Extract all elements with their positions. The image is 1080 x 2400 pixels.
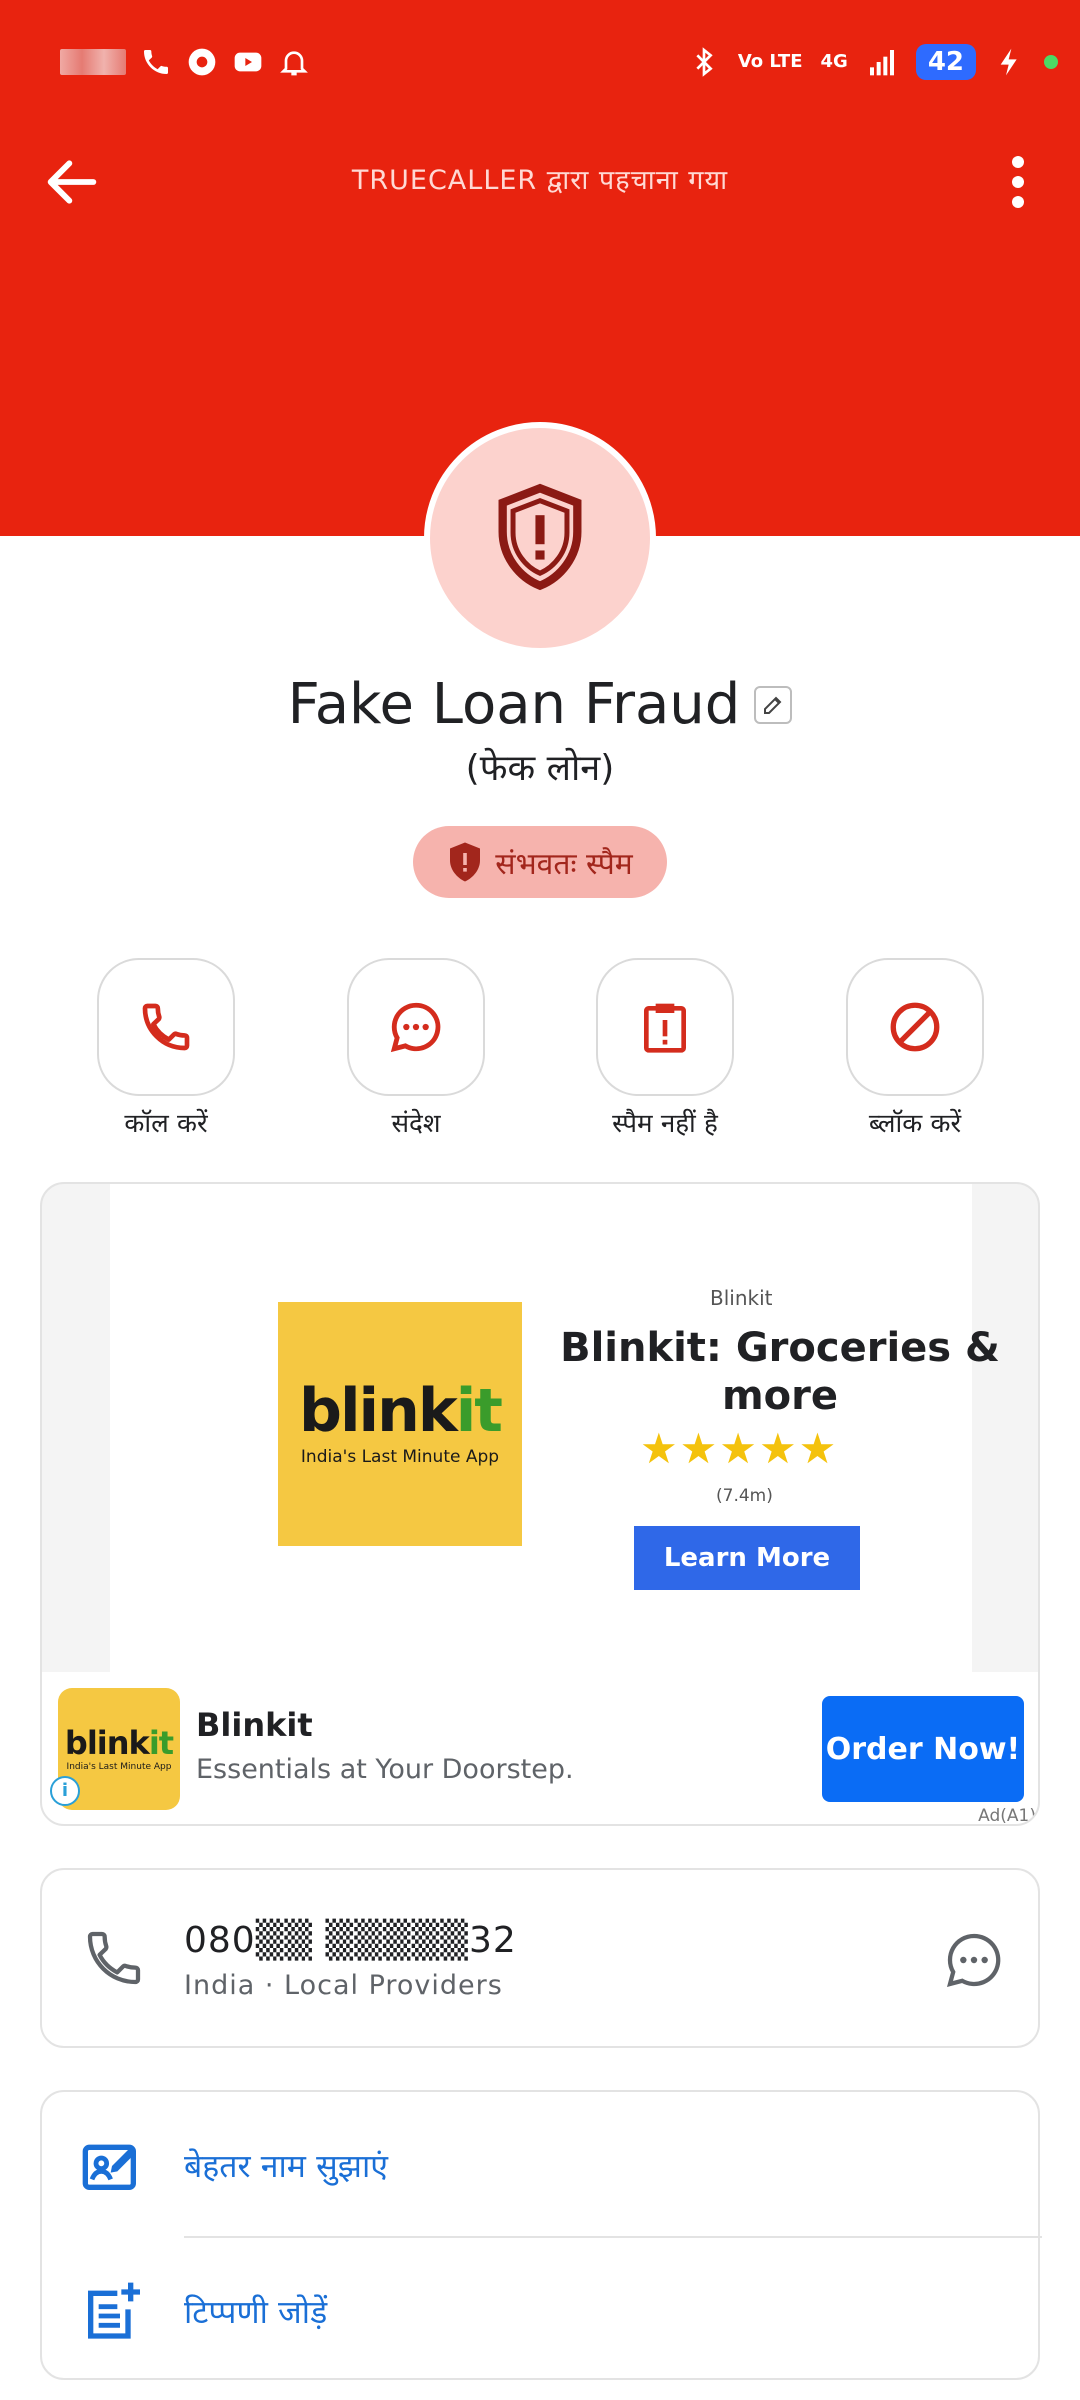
message-icon[interactable]: [942, 1928, 1006, 1992]
spam-shield-icon: [450, 842, 481, 882]
phone-location-carrier: India · Local Providers: [184, 1970, 503, 2001]
rating-stars: ★★★★★: [640, 1424, 839, 1473]
block-action[interactable]: ब्लॉक करें: [844, 958, 986, 1140]
call-label: कॉल करें: [124, 1109, 208, 1139]
logo-tagline: India's Last Minute App: [66, 1761, 172, 1772]
phone-icon: [87, 1931, 141, 1985]
chat-bubble-icon: [390, 1002, 441, 1053]
not-spam-icon: [644, 1003, 686, 1053]
status-bar-left: [60, 40, 310, 84]
alarm-icon: [280, 51, 308, 76]
ad-banner[interactable]: blinkit India's Last Minute App Blinkit …: [110, 1184, 1000, 1672]
block-button[interactable]: [846, 958, 984, 1096]
call-button[interactable]: [97, 958, 235, 1096]
add-note-row[interactable]: टिप्पणी जोड़ें: [42, 2238, 1042, 2382]
avatar: [424, 422, 656, 654]
header-title: TRUECALLER द्वारा पहचाना गया: [351, 165, 729, 196]
logo-word-accent: it: [148, 1723, 174, 1762]
signal-icon: [869, 50, 894, 76]
contact-subname: (फेक लोन): [465, 748, 615, 789]
suggest-name-icon: [82, 2144, 136, 2190]
logo-word: blink: [299, 1376, 458, 1446]
charging-icon: [1000, 48, 1017, 76]
ad-label: Ad(A1): [978, 1806, 1036, 1826]
youtube-icon: [234, 52, 262, 72]
logo-word: blink: [64, 1723, 150, 1762]
message-action[interactable]: संदेश: [345, 958, 487, 1140]
message-label: संदेश: [391, 1109, 441, 1139]
options-card: बेहतर नाम सुझाएं टिप्पणी जोड़ें: [40, 2090, 1042, 2382]
phone-number-card[interactable]: 080▒▒ ▒▒▒▒▒32 India · Local Providers: [40, 1868, 1040, 2048]
logo-word-accent: it: [455, 1376, 503, 1446]
ad-headline: Blinkit: Groceries & more: [560, 1325, 1000, 1419]
not-spam-button[interactable]: [596, 958, 734, 1096]
not-spam-action[interactable]: स्पैम नहीं है: [594, 958, 736, 1140]
phone-icon: [142, 1003, 190, 1051]
rating-count: (7.4m): [716, 1486, 773, 1506]
ad-app-description: Essentials at Your Doorstep.: [196, 1754, 574, 1785]
ad-info-icon[interactable]: i: [50, 1776, 80, 1806]
block-icon: [890, 1002, 940, 1052]
suggest-name-row[interactable]: बेहतर नाम सुझाएं: [42, 2092, 1042, 2236]
phone-number: 080▒▒ ▒▒▒▒▒32: [184, 1920, 517, 1961]
learn-more-button[interactable]: Learn More: [634, 1526, 860, 1590]
network-type-label: 4G: [820, 51, 848, 72]
order-now-button[interactable]: Order Now!: [822, 1696, 1024, 1802]
spam-badge-label: संभवतः स्पैम: [495, 846, 633, 882]
edit-name-icon[interactable]: [754, 685, 793, 724]
message-button[interactable]: [347, 958, 485, 1096]
block-label: ब्लॉक करें: [868, 1109, 962, 1139]
call-status-icon: [144, 50, 168, 74]
add-note-icon: [88, 2282, 140, 2339]
add-note-label: टिप्पणी जोड़ें: [184, 2293, 328, 2331]
ad-card[interactable]: blinkit India's Last Minute App Blinkit …: [40, 1182, 1040, 1826]
call-action[interactable]: कॉल करें: [95, 958, 237, 1140]
ad-brand: Blinkit: [710, 1286, 773, 1310]
blinkit-logo: blinkit India's Last Minute App: [278, 1302, 522, 1546]
ad-app-name: Blinkit: [196, 1706, 313, 1744]
privacy-indicator-dot: [1044, 55, 1058, 69]
ad-app-row[interactable]: blinkit India's Last Minute App i Blinki…: [42, 1672, 1038, 1826]
contact-name: Fake Loan Fraud: [287, 672, 741, 737]
status-bar-right: Vo LTE 4G 42: [688, 40, 1058, 84]
suggest-name-label: बेहतर नाम सुझाएं: [184, 2147, 388, 2185]
chrome-icon: [188, 48, 216, 76]
spam-status-badge: संभवतः स्पैम: [413, 826, 667, 898]
logo-tagline: India's Last Minute App: [300, 1447, 500, 1467]
more-options-icon[interactable]: [998, 150, 1038, 214]
volte-label: Vo LTE: [737, 51, 803, 72]
battery-level: 42: [915, 44, 976, 80]
not-spam-label: स्पैम नहीं है: [612, 1109, 718, 1139]
carrier-redacted: [60, 49, 126, 75]
shield-exclamation-icon: [498, 483, 582, 591]
bluetooth-icon: [696, 47, 713, 77]
